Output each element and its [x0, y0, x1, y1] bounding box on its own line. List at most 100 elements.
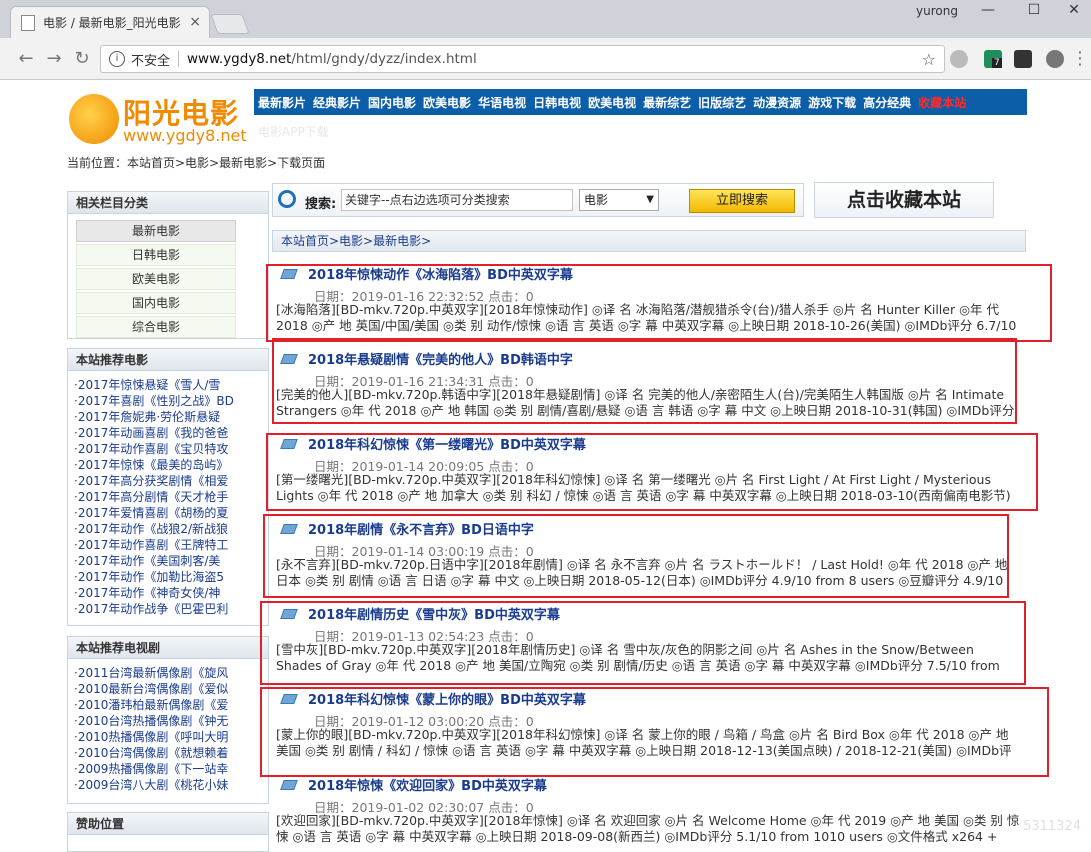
menu-item-bookmark[interactable]: 收藏本站	[918, 94, 966, 111]
list-item[interactable]: ·2009热播偶像剧《下一站幸	[74, 761, 268, 777]
bookmark-star-icon[interactable]: ☆	[922, 50, 936, 69]
dropdown-arrow-icon: ▼	[646, 194, 654, 205]
forward-icon[interactable]: →	[42, 48, 66, 69]
profile-name[interactable]: yurong	[916, 4, 958, 18]
list-item[interactable]: ·2017年动画喜剧《我的爸爸	[74, 425, 268, 441]
url-path: /html/gndy/dyzz/index.html	[291, 51, 477, 67]
list-item[interactable]: ·2017年动作《战狼2/新战狼	[74, 521, 268, 537]
browser-toolbar: ← → ↻ i 不安全 www.ygdy8.net/html/gndy/dyzz…	[0, 38, 1091, 80]
logo-site: www.ygdy8.net	[123, 126, 247, 145]
browser-tab[interactable]: 电影 / 最新电影_阳光电影 ×	[10, 6, 210, 38]
list-item[interactable]: ·2010最新台湾偶像剧《爱似	[74, 681, 268, 697]
category-select-value: 电影	[584, 193, 609, 207]
menu-item[interactable]: 经典影片	[313, 94, 361, 111]
maximize-button[interactable]: ☐	[1014, 0, 1054, 22]
list-item[interactable]: ·2009台湾八大剧《桃花小妹	[74, 777, 268, 793]
menu-item[interactable]: 欧美电视	[588, 94, 636, 111]
highlight-box	[260, 687, 1049, 777]
list-item[interactable]: ·2017年惊悚悬疑《雪人/雪	[74, 377, 268, 393]
main-menu: 最新影片 经典影片 国内电影 欧美电影 华语电视 日韩电视 欧美电视 最新综艺 …	[254, 89, 1027, 115]
sponsor-box: 赞助位置	[67, 812, 269, 852]
list-item[interactable]: ·2017年高分剧情《天才枪手	[74, 489, 268, 505]
security-label: 不安全	[131, 53, 171, 69]
movie-title-link[interactable]: 2018年惊悚《欢迎回家》BD中英双字幕	[280, 775, 547, 794]
highlight-box	[266, 433, 1038, 511]
category-box: 相关栏目分类 最新电影 日韩电影 欧美电影 国内电影 综合电影	[67, 191, 269, 339]
category-item[interactable]: 日韩电影	[76, 244, 236, 266]
shield-extension-icon[interactable]: 7	[984, 50, 1002, 68]
extension-badge: 7	[992, 58, 1002, 68]
menu-item[interactable]: 欧美电影	[423, 94, 471, 111]
list-breadcrumb[interactable]: 本站首页>电影>最新电影>	[272, 230, 1026, 252]
menu-item[interactable]: 旧版综艺	[698, 94, 746, 111]
bookmark-site-button[interactable]: 点击收藏本站	[814, 182, 994, 218]
category-head: 相关栏目分类	[68, 192, 268, 214]
list-item[interactable]: ·2017年爱情喜剧《胡杨的夏	[74, 505, 268, 521]
category-item[interactable]: 国内电影	[76, 292, 236, 314]
address-bar[interactable]: i 不安全 www.ygdy8.net/html/gndy/dyzz/index…	[100, 45, 945, 73]
list-item[interactable]: ·2010潘玮柏最新偶像剧《爱	[74, 697, 268, 713]
recommended-head: 本站推荐电影	[68, 349, 268, 371]
movie-icon	[280, 780, 298, 790]
menu-item[interactable]: 日韩电视	[533, 94, 581, 111]
chat-extension-icon[interactable]	[1046, 50, 1064, 68]
back-icon[interactable]: ←	[14, 48, 38, 69]
tab-close-icon[interactable]: ×	[189, 14, 201, 30]
sponsor-head: 赞助位置	[68, 813, 268, 835]
search-input[interactable]: 关键字--点右边选项可分类搜索	[341, 189, 573, 211]
list-item[interactable]: ·2017年惊悚《最美的岛屿》	[74, 457, 268, 473]
menu-item[interactable]: 高分经典	[863, 94, 911, 111]
menu-item[interactable]: 最新综艺	[643, 94, 691, 111]
list-item[interactable]: ·2017年动作战争《巴霍巴利	[74, 601, 268, 617]
recommended-tv-box: 本站推荐电视剧 ·2011台湾最新偶像剧《旋风 ·2010最新台湾偶像剧《爱似 …	[67, 636, 269, 804]
highlight-box	[272, 338, 1017, 424]
site-logo[interactable]: 阳光电影 www.ygdy8.net	[67, 88, 247, 148]
minimize-button[interactable]: —	[968, 0, 1008, 22]
web-page: 阳光电影 www.ygdy8.net 最新影片 经典影片 国内电影 欧美电影 华…	[0, 81, 1091, 852]
list-item[interactable]: ·2017年詹妮弗·劳伦斯悬疑	[74, 409, 268, 425]
url-text[interactable]: www.ygdy8.net/html/gndy/dyzz/index.html	[187, 51, 477, 67]
recommended-list: ·2017年惊悚悬疑《雪人/雪 ·2017年喜剧《性别之战》BD ·2017年詹…	[68, 371, 268, 617]
extension-icon[interactable]	[950, 50, 968, 68]
menu-item[interactable]: 动漫资源	[753, 94, 801, 111]
list-item[interactable]: ·2017年喜剧《性别之战》BD	[74, 393, 268, 409]
close-window-button[interactable]: ✕	[1054, 0, 1091, 22]
menu-item[interactable]: 最新影片	[258, 94, 306, 111]
list-item[interactable]: ·2017年高分获奖剧情《相爱	[74, 473, 268, 489]
watermark: 5311324	[1023, 819, 1081, 834]
menu-item[interactable]: 游戏下载	[808, 94, 856, 111]
app-download-link[interactable]: 电影APP下载	[258, 123, 329, 140]
menu-item[interactable]: 华语电视	[478, 94, 526, 111]
category-list: 最新电影 日韩电影 欧美电影 国内电影 综合电影	[68, 214, 268, 344]
recommended-movies-box: 本站推荐电影 ·2017年惊悚悬疑《雪人/雪 ·2017年喜剧《性别之战》BD …	[67, 348, 269, 626]
list-item[interactable]: ·2011台湾最新偶像剧《旋风	[74, 665, 268, 681]
menu-icon[interactable]: ⋮	[1068, 48, 1091, 69]
list-item[interactable]: ·2017年动作喜剧《王牌特工	[74, 537, 268, 553]
new-tab-button[interactable]	[210, 14, 250, 34]
list-item[interactable]: ·2010台湾热播偶像剧《钟无	[74, 713, 268, 729]
reload-icon[interactable]: ↻	[70, 48, 94, 69]
tab-strip: 电影 / 最新电影_阳光电影 × yurong — ☐ ✕	[0, 0, 1091, 38]
list-item[interactable]: ·2010台湾偶像剧《就想赖着	[74, 745, 268, 761]
list-item[interactable]: ·2017年动作《神奇女侠/神	[74, 585, 268, 601]
list-item[interactable]: ·2017年动作《美国刺客/美	[74, 553, 268, 569]
search-label: 搜索:	[305, 197, 337, 212]
logo-sun-icon	[69, 94, 119, 144]
menu-item[interactable]: 国内电影	[368, 94, 416, 111]
x-extension-icon[interactable]	[1014, 50, 1032, 68]
page-icon	[21, 14, 35, 31]
category-item[interactable]: 综合电影	[76, 316, 236, 338]
tab-title: 电影 / 最新电影_阳光电影	[43, 16, 181, 30]
category-item[interactable]: 最新电影	[76, 220, 236, 242]
search-button[interactable]: 立即搜索	[689, 189, 795, 213]
movie-desc: [欢迎回家][BD-mkv.720p.中英双字][2018年惊悚] ◎译 名 欢…	[276, 813, 1020, 844]
search-icon	[278, 190, 296, 208]
info-icon[interactable]: i	[109, 51, 125, 67]
category-select[interactable]: 电影 ▼	[579, 189, 659, 211]
divider	[178, 51, 180, 67]
list-item[interactable]: ·2017年动作喜剧《宝贝特攻	[74, 441, 268, 457]
list-item[interactable]: ·2017年动作《加勒比海盗5	[74, 569, 268, 585]
tv-list: ·2011台湾最新偶像剧《旋风 ·2010最新台湾偶像剧《爱似 ·2010潘玮柏…	[68, 659, 268, 793]
list-item[interactable]: ·2010热播偶像剧《呼叫大明	[74, 729, 268, 745]
category-item[interactable]: 欧美电影	[76, 268, 236, 290]
